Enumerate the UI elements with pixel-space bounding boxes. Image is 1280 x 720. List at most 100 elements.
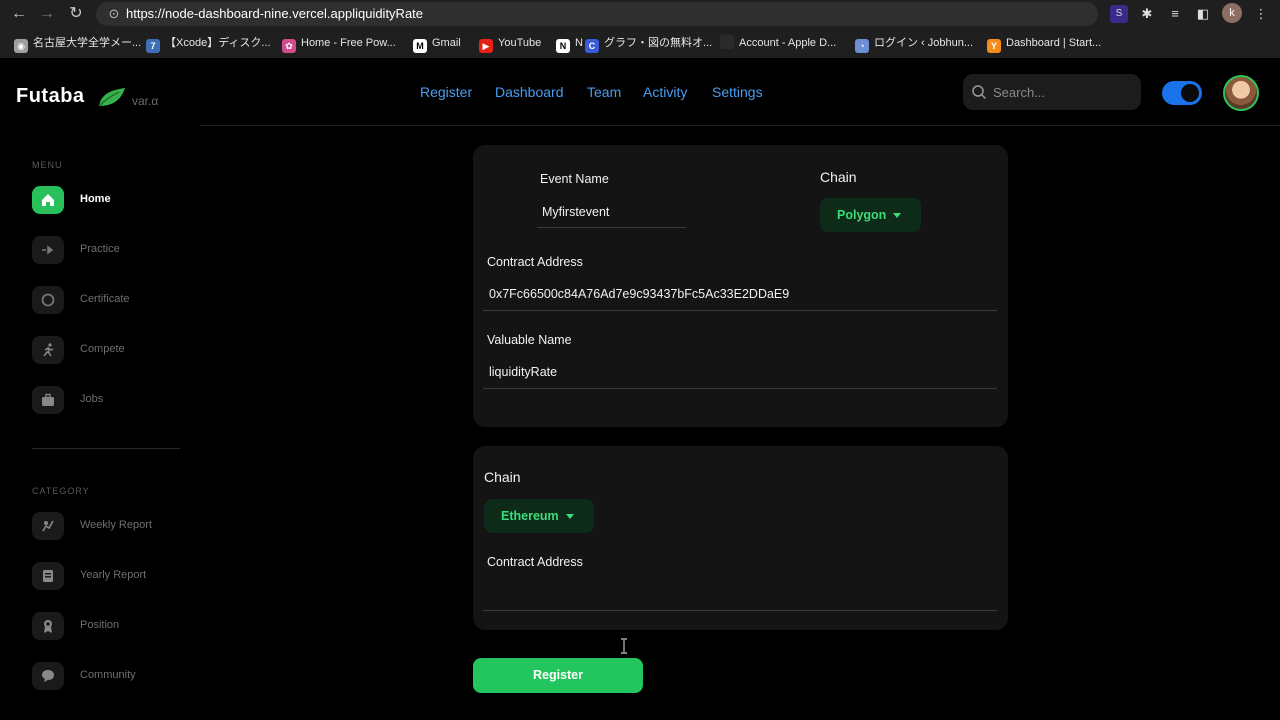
bookmark-item[interactable]: ▶ YouTube [479,35,542,53]
sidebar-item-jobs[interactable]: Jobs [32,386,192,418]
home-icon [42,194,54,206]
logo-text[interactable]: Futaba [16,85,85,108]
bookmark-label: YouTube [498,37,542,49]
bookmark-label: Account - Apple D... [739,37,837,49]
version-label: var.α [132,94,159,108]
avatar[interactable] [1223,75,1259,111]
header-divider [200,125,1280,126]
search-box[interactable] [963,74,1141,110]
bookmark-favicon-icon [720,35,734,49]
yearly-icon-wrap [32,562,64,590]
side-panel-icon[interactable]: ◧ [1194,5,1212,23]
sidebar-item-yearly-report[interactable]: Yearly Report [32,562,192,594]
valuable-name-label: Valuable Name [487,333,572,347]
media-queue-icon[interactable]: ≡ [1166,5,1184,23]
site-info-icon[interactable]: ⊙ [106,6,122,22]
contract-address-underline [483,610,997,611]
bookmark-label: 【Xcode】ディスク... [165,37,271,49]
app-root: Futaba var.α Register Dashboard Team Act… [0,58,1280,720]
sidebar-divider [32,448,180,449]
nav-activity[interactable]: Activity [643,84,687,100]
bookmark-item[interactable]: NN [556,35,583,53]
leaf-icon [98,88,125,107]
text-cursor-icon [621,638,627,654]
bookmark-favicon-icon: C [585,39,599,53]
nav-register[interactable]: Register [420,84,472,100]
profile-icon[interactable]: k [1222,3,1242,23]
event-form-card: Event Name Myfirstevent Chain Polygon Co… [473,145,1008,427]
forward-icon[interactable]: → [37,4,57,24]
extension-icon[interactable]: S [1110,5,1128,23]
sidebar-item-label: Community [80,669,136,681]
contract-address-input[interactable]: 0x7Fc66500c84A76Ad7e9c93437bFc5Ac33E2DDa… [489,287,789,301]
url-text[interactable]: https://node-dashboard-nine.vercel.appli… [126,6,423,22]
sidebar-item-community[interactable]: Community [32,662,192,694]
valuable-name-input[interactable]: liquidityRate [489,365,557,379]
bookmark-favicon-icon: ◔ [855,39,869,53]
theme-toggle[interactable] [1162,81,1202,105]
chart-icon [42,520,54,532]
sidebar-item-label: Yearly Report [80,569,147,581]
contract-address-underline [483,310,997,311]
book-icon [43,570,53,582]
chain-dropdown-polygon[interactable]: Polygon [820,198,921,232]
bookmark-favicon-icon: M [413,39,427,53]
caret-down-icon [893,213,901,218]
sidebar-item-practice[interactable]: Practice [32,236,192,268]
nav-team[interactable]: Team [587,84,621,100]
category-section-title: CATEGORY [32,486,90,496]
bookmark-label: グラフ・図の無料オ... [604,37,713,49]
register-button[interactable]: Register [473,658,643,693]
sidebar: MENU Home Practice Certificate Compete J… [0,128,200,720]
sidebar-item-label: Practice [80,243,120,255]
nav-settings[interactable]: Settings [712,84,763,100]
event-name-underline [537,227,686,228]
puzzle-icon[interactable]: ✱ [1138,5,1156,23]
chat-icon [42,670,54,682]
bookmark-favicon-icon: ▶ [479,39,493,53]
event-name-input[interactable]: Myfirstevent [542,205,609,219]
nav-dashboard[interactable]: Dashboard [495,84,564,100]
sidebar-item-weekly-report[interactable]: Weekly Report [32,512,192,544]
weekly-icon-wrap [32,512,64,540]
reload-icon[interactable]: ↻ [66,4,86,24]
bookmark-favicon-icon: N [556,39,570,53]
search-icon [972,85,987,100]
browser-toolbar: ← → ↻ ⊙ https://node-dashboard-nine.verc… [0,0,1280,28]
chain-dropdown-value: Ethereum [501,509,559,523]
badge-icon [41,293,55,307]
sidebar-item-label: Weekly Report [80,519,152,531]
sidebar-item-label: Position [80,619,120,631]
search-input[interactable] [993,83,1133,101]
bookmark-item[interactable]: ◉ 名古屋大学全学メー... [14,35,142,53]
jobs-icon-wrap [32,386,64,414]
bookmark-item[interactable]: Account - Apple D... [720,35,836,51]
valuable-name-underline [483,388,997,389]
bookmark-item[interactable]: M Gmail [413,35,461,53]
bookmark-item[interactable]: C グラフ・図の無料オ... [585,35,713,53]
position-icon-wrap [32,612,64,640]
sidebar-item-label: Certificate [80,293,130,305]
address-bar[interactable]: ⊙ https://node-dashboard-nine.vercel.app… [96,2,1098,26]
more-icon[interactable]: ⋮ [1252,5,1270,23]
bookmark-item[interactable]: Y Dashboard | Start... [987,35,1101,53]
sidebar-item-compete[interactable]: Compete [32,336,192,368]
bookmark-item[interactable]: 7 【Xcode】ディスク... [146,35,271,53]
event-name-label: Event Name [540,172,609,186]
sidebar-item-label: Jobs [80,393,104,405]
contract-address-label: Contract Address [487,255,583,269]
briefcase-icon [42,393,54,406]
bookmark-favicon-icon: ✿ [282,39,296,53]
bookmark-item[interactable]: ◔ ログイン ‹ Jobhun... [855,35,973,53]
back-icon[interactable]: ← [9,4,29,24]
sidebar-item-certificate[interactable]: Certificate [32,286,192,318]
bookmark-label: Gmail [432,37,461,49]
bookmark-favicon-icon: 7 [146,39,160,53]
sidebar-item-home[interactable]: Home [32,186,192,218]
sidebar-item-position[interactable]: Position [32,612,192,644]
bookmark-item[interactable]: ✿ Home - Free Pow... [282,35,396,53]
runner-icon [43,343,54,357]
chain-dropdown-ethereum[interactable]: Ethereum [484,499,594,533]
community-icon-wrap [32,662,64,690]
bookmark-label: 名古屋大学全学メー... [33,37,142,49]
